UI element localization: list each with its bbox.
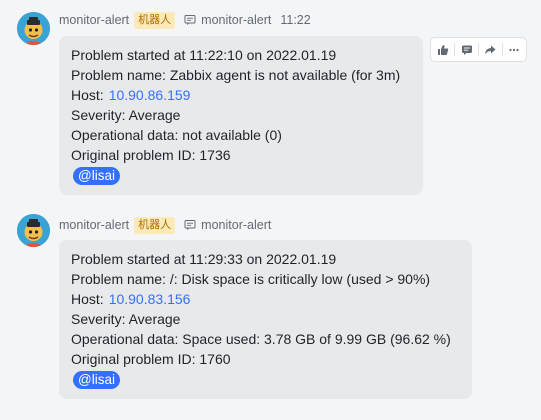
bot-badge: 机器人 (134, 216, 176, 234)
message-header: monitor-alert 机器人 monitor-alert 11:22 (59, 10, 311, 30)
message-bubble: Problem started at 11:29:33 on 2022.01.1… (59, 240, 472, 399)
channel-name[interactable]: monitor-alert (201, 218, 271, 232)
avatar[interactable] (17, 12, 50, 45)
message-action-toolbar (430, 37, 527, 62)
host-label: Host: (71, 87, 104, 103)
sender-name[interactable]: monitor-alert (59, 218, 129, 232)
channel-name[interactable]: monitor-alert (201, 13, 271, 27)
operational-data: Operational data: not available (0) (71, 127, 282, 143)
more-icon[interactable] (503, 38, 526, 61)
problem-started: Problem started at 11:22:10 on 2022.01.1… (71, 47, 337, 63)
original-problem-id: Original problem ID: 1736 (71, 147, 231, 163)
forward-icon[interactable] (479, 38, 502, 61)
host-line: Host: 10.90.86.159 (71, 85, 411, 105)
message-header: monitor-alert 机器人 monitor-alert (59, 215, 271, 235)
chat-icon (184, 14, 196, 26)
operational-data: Operational data: Space used: 3.78 GB of… (71, 331, 451, 347)
problem-started: Problem started at 11:29:33 on 2022.01.1… (71, 251, 337, 267)
thumbs-up-icon[interactable] (431, 38, 454, 61)
severity: Severity: Average (71, 107, 181, 123)
host-ip-link[interactable]: 10.90.86.159 (109, 87, 191, 103)
chat-icon (184, 219, 196, 231)
reply-icon[interactable] (455, 38, 478, 61)
problem-name: Problem name: /: Disk space is criticall… (71, 271, 431, 287)
robot-avatar-icon (17, 214, 50, 247)
host-ip-link[interactable]: 10.90.83.156 (109, 291, 191, 307)
bot-badge: 机器人 (134, 11, 176, 29)
message-bubble: Problem started at 11:22:10 on 2022.01.1… (59, 36, 423, 195)
host-line: Host: 10.90.83.156 (71, 289, 460, 309)
problem-name: Problem name: Zabbix agent is not availa… (71, 67, 401, 83)
mention-tag[interactable]: @lisai (73, 371, 120, 389)
original-problem-id: Original problem ID: 1760 (71, 351, 231, 367)
host-label: Host: (71, 291, 104, 307)
sender-name[interactable]: monitor-alert (59, 13, 129, 27)
avatar[interactable] (17, 214, 50, 247)
message-time: 11:22 (280, 13, 311, 27)
severity: Severity: Average (71, 311, 181, 327)
mention-tag[interactable]: @lisai (73, 167, 120, 185)
robot-avatar-icon (17, 12, 50, 45)
